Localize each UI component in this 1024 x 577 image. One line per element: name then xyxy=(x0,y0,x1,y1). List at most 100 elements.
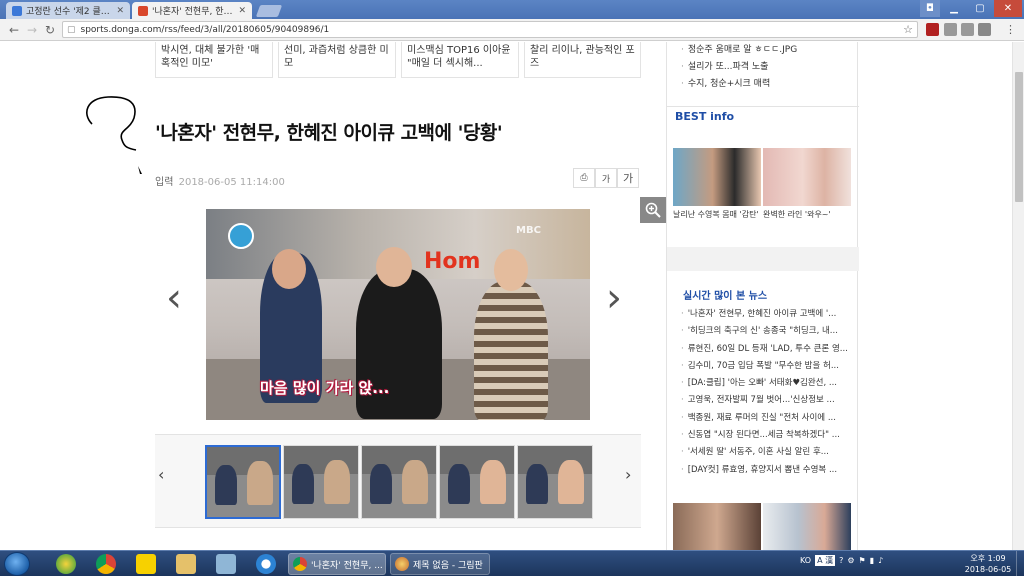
divider xyxy=(667,106,859,107)
best-info-caption[interactable]: 날리난 수영복 몸매 '감탄' xyxy=(673,209,759,220)
news-item[interactable]: 류현진, 60일 DL 등재 'LAD, 투수 큰론 영... xyxy=(681,341,857,358)
article-photo[interactable]: MBC Hom 마음 많이 가라 앉... xyxy=(206,209,590,420)
extension-icon[interactable] xyxy=(926,23,939,36)
news-item[interactable]: 신동엽 "시장 된다면...세금 착복하겠다" ... xyxy=(681,427,857,444)
extension-icon[interactable] xyxy=(944,23,957,36)
tab-close-icon[interactable]: ✕ xyxy=(116,6,124,16)
related-article[interactable]: 찰리 리이나, 관능적인 포즈 xyxy=(524,42,641,78)
best-info-caption[interactable]: 완벽한 라인 '와우~' xyxy=(763,209,831,220)
photo-subtitle: 마음 많이 가라 앉... xyxy=(260,379,390,397)
close-window-button[interactable]: ✕ xyxy=(994,0,1022,17)
sidebar-photo[interactable] xyxy=(673,503,761,550)
broadcaster-logo: MBC xyxy=(516,225,541,236)
thumb-next-arrow[interactable]: › xyxy=(625,465,631,484)
article-tools: ⎙ 가 가 xyxy=(573,168,639,188)
news-item[interactable]: '나혼자' 전현무, 한혜진 아이큐 고백에 '... xyxy=(681,306,857,323)
photo-thumbnail[interactable] xyxy=(361,445,437,519)
address-bar[interactable]: ▢ sports.donga.com/rss/feed/3/all/201806… xyxy=(62,21,918,38)
tab-close-icon[interactable]: ✕ xyxy=(238,6,246,16)
new-tab-button[interactable] xyxy=(255,5,283,17)
photo-thumbnail[interactable] xyxy=(439,445,515,519)
related-article[interactable]: 박시연, 대체 불가한 '매혹적인 미모' xyxy=(155,42,273,78)
taskbar-chrome-window[interactable]: '나혼자' 전현무, ... xyxy=(288,553,386,575)
person-right-head xyxy=(494,249,528,291)
list-item[interactable]: 설리가 또...파격 노출 xyxy=(681,59,797,76)
news-item[interactable]: '히딩크의 축구의 신' 송종국 "히딩크, 내... xyxy=(681,323,857,340)
photo-thumbnail[interactable] xyxy=(517,445,593,519)
site-favicon xyxy=(12,5,22,16)
font-smaller-button[interactable]: 가 xyxy=(595,168,617,188)
app-icon[interactable] xyxy=(216,554,236,574)
folder-icon[interactable] xyxy=(176,554,196,574)
page-info-icon[interactable]: ▢ xyxy=(67,25,76,35)
extension-icon[interactable] xyxy=(961,23,974,36)
related-article-title: 찰리 리이나, 관능적인 포즈 xyxy=(530,45,635,69)
photo-thumbnail[interactable] xyxy=(205,445,281,519)
ad-band xyxy=(667,247,859,271)
thumb-prev-arrow[interactable]: ‹ xyxy=(158,465,164,484)
date-label: 입력 xyxy=(155,177,174,188)
tab-strip: 고정란 선수 '제2 클라이 ✕ '나혼자' 전현무, 한혜진 아 ✕ ◘ ▁ … xyxy=(0,0,1024,19)
best-info-title[interactable]: BEST info xyxy=(675,110,734,123)
news-item[interactable]: '서세원 딸' 서동주, 이혼 사실 알린 후... xyxy=(681,444,857,461)
zoom-in-icon[interactable] xyxy=(640,197,666,223)
tab-2[interactable]: '나혼자' 전현무, 한혜진 아 ✕ xyxy=(132,2,252,19)
user-icon[interactable]: ◘ xyxy=(920,0,940,17)
back-arrow-icon[interactable]: ← xyxy=(6,22,22,38)
publish-date: 2018-06-05 11:14:00 xyxy=(178,177,285,188)
list-item[interactable]: 정순주 움매로 알 ㅎㄷㄷ.JPG xyxy=(681,42,797,59)
show-desktop-button[interactable] xyxy=(1016,551,1024,577)
prev-photo-arrow[interactable]: ‹ xyxy=(166,278,182,318)
system-clock[interactable]: 오후 1:09 2018-06-05 xyxy=(963,553,1013,575)
print-icon[interactable]: ⎙ xyxy=(573,168,595,188)
app-icon[interactable] xyxy=(56,554,76,574)
page-scrollbar[interactable] xyxy=(1012,42,1024,550)
list-item[interactable]: 수지, 청순+시크 매력 xyxy=(681,76,797,93)
news-item[interactable]: [DAY컷] 류효영, 휴양지서 뽐낸 수영복 ... xyxy=(681,462,857,479)
tab-title: 고정란 선수 '제2 클라이 xyxy=(26,7,113,17)
related-article[interactable]: 선미, 과즙처럼 상큼한 미모 xyxy=(278,42,396,78)
system-tray: KO A 漢 ? ⚙ ⚑ ▮ ♪ xyxy=(800,555,883,566)
browser-toolbar: ← → ↻ ▢ sports.donga.com/rss/feed/3/all/… xyxy=(0,19,1024,41)
start-button[interactable] xyxy=(4,552,30,576)
photo-thumbnail[interactable] xyxy=(283,445,359,519)
news-item[interactable]: 백종원, 재료 루머의 진실 "전처 사이에 ... xyxy=(681,410,857,427)
language-indicator[interactable]: KO xyxy=(800,556,811,565)
next-photo-arrow[interactable]: › xyxy=(606,278,622,318)
ime-indicator[interactable]: A 漢 xyxy=(815,555,836,566)
extension-icon[interactable] xyxy=(978,23,991,36)
maximize-button[interactable]: ▢ xyxy=(968,0,992,17)
reload-icon[interactable]: ↻ xyxy=(42,22,58,38)
taskbar-paint-window[interactable]: 제목 없음 - 그림판 xyxy=(390,553,490,575)
chrome-icon[interactable] xyxy=(96,554,116,574)
tab-1[interactable]: 고정란 선수 '제2 클라이 ✕ xyxy=(6,2,130,19)
scrollbar-thumb[interactable] xyxy=(1015,72,1023,202)
minimize-button[interactable]: ▁ xyxy=(942,0,966,17)
volume-icon[interactable]: ♪ xyxy=(878,556,883,565)
news-item[interactable]: 고영욱, 전자발찌 7월 벗어...'신상정보 ... xyxy=(681,392,857,409)
best-info-image[interactable] xyxy=(763,148,851,206)
news-item[interactable]: [DA:클립] '아는 오빠' 서태화♥김완선, ... xyxy=(681,375,857,392)
clock-time: 오후 1:09 xyxy=(970,554,1006,563)
menu-icon[interactable]: ⋮ xyxy=(1004,23,1017,36)
person-right xyxy=(474,281,548,420)
flag-icon[interactable]: ⚑ xyxy=(859,556,866,565)
kakaotalk-icon[interactable] xyxy=(136,554,156,574)
settings-icon[interactable]: ⚙ xyxy=(847,556,854,565)
forward-arrow-icon[interactable]: → xyxy=(24,22,40,38)
right-sidebar: 정순주 움매로 알 ㅎㄷㄷ.JPG 설리가 또...파격 노출 수지, 청순+시… xyxy=(666,42,859,550)
live-news-list: '나혼자' 전현무, 한혜진 아이큐 고백에 '... '히딩크의 축구의 신'… xyxy=(681,306,857,479)
network-icon[interactable]: ▮ xyxy=(870,556,874,565)
person-left-head xyxy=(272,249,306,289)
ie-icon[interactable] xyxy=(256,554,276,574)
related-article[interactable]: 미스맥심 TOP16 이아윤 "매일 더 섹시해... xyxy=(401,42,519,78)
sidebar-photo[interactable] xyxy=(763,503,851,550)
task-label: 제목 없음 - 그림판 xyxy=(413,560,483,571)
news-item[interactable]: 김수미, 70금 입담 폭발 "무수한 밤을 허... xyxy=(681,358,857,375)
help-icon[interactable]: ? xyxy=(839,556,843,565)
sidebar-top-list: 정순주 움매로 알 ㅎㄷㄷ.JPG 설리가 또...파격 노출 수지, 청순+시… xyxy=(681,42,797,93)
show-logo xyxy=(228,223,254,249)
best-info-image[interactable] xyxy=(673,148,761,206)
font-larger-button[interactable]: 가 xyxy=(617,168,639,188)
bookmark-star-icon[interactable]: ☆ xyxy=(903,23,913,36)
